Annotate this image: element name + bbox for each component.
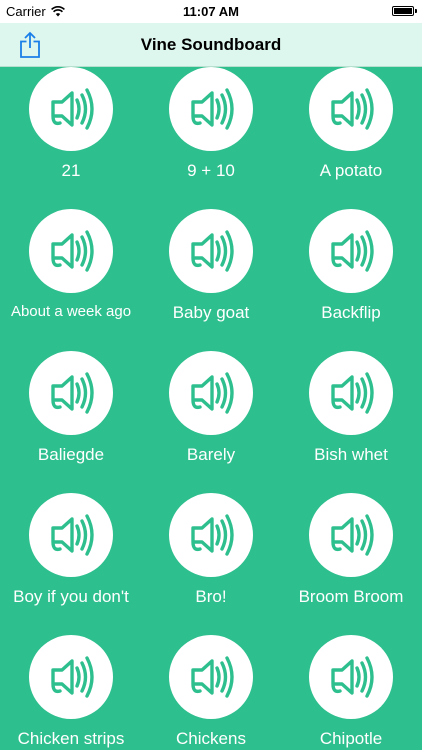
speaker-icon-circle [309, 351, 393, 435]
sound-button-broom-broom[interactable]: Broom Broom [281, 493, 421, 635]
sound-grid: 21 9 + 10 A potato About a week ago Baby… [0, 67, 422, 750]
speaker-icon-circle [169, 493, 253, 577]
sound-button-bish-whet[interactable]: Bish whet [281, 351, 421, 493]
sound-button-about-a-week-ago[interactable]: About a week ago [1, 209, 141, 351]
sound-button-chicken-strips[interactable]: Chicken strips [1, 635, 141, 750]
speaker-icon [331, 230, 374, 272]
sound-label: 21 [61, 161, 81, 180]
status-time: 11:07 AM [183, 4, 239, 19]
speaker-icon-circle [29, 209, 113, 293]
speaker-icon [51, 372, 94, 414]
sound-label: Barely [186, 445, 236, 464]
sound-label: A potato [319, 161, 383, 180]
speaker-icon-circle [29, 67, 113, 151]
sound-label: Bish whet [314, 445, 388, 464]
sound-button-backflip[interactable]: Backflip [281, 209, 421, 351]
sound-label: Backflip [321, 303, 381, 322]
sound-button-chickens[interactable]: Chickens [141, 635, 281, 750]
sound-button-baby-goat[interactable]: Baby goat [141, 209, 281, 351]
speaker-icon [51, 88, 94, 130]
speaker-icon-circle [169, 209, 253, 293]
speaker-icon [51, 514, 94, 556]
sound-button-21[interactable]: 21 [1, 67, 141, 209]
speaker-icon [331, 514, 374, 556]
speaker-icon-circle [29, 493, 113, 577]
sound-button-a-potato[interactable]: A potato [281, 67, 421, 209]
speaker-icon-circle [169, 351, 253, 435]
sound-label: 9 + 10 [187, 161, 235, 180]
sound-label: Chicken strips [17, 729, 125, 748]
speaker-icon [191, 88, 234, 130]
speaker-icon-circle [309, 493, 393, 577]
speaker-icon-circle [29, 351, 113, 435]
sound-label: Baby goat [172, 303, 250, 322]
speaker-icon-circle [29, 635, 113, 719]
speaker-icon [51, 230, 94, 272]
speaker-icon-circle [309, 209, 393, 293]
battery-icon [392, 6, 417, 16]
sound-label: Baliegde [37, 445, 105, 464]
speaker-icon [331, 88, 374, 130]
sound-label: Chipotle [319, 729, 383, 748]
status-bar: Carrier 11:07 AM [0, 0, 422, 23]
sound-label: Bro! [195, 587, 227, 606]
sound-button-barely[interactable]: Barely [141, 351, 281, 493]
speaker-icon [331, 372, 374, 414]
speaker-icon [191, 372, 234, 414]
speaker-icon [191, 230, 234, 272]
navigation-bar: Vine Soundboard [0, 23, 422, 67]
sound-label: Boy if you don't [13, 587, 129, 606]
sound-button-chipotle[interactable]: Chipotle [281, 635, 421, 750]
sound-label: Chickens [176, 729, 246, 748]
sound-button-baliegde[interactable]: Baliegde [1, 351, 141, 493]
page-title: Vine Soundboard [140, 35, 282, 54]
speaker-icon [331, 656, 374, 698]
sound-button-boy-if-you-dont[interactable]: Boy if you don't [1, 493, 141, 635]
speaker-icon [191, 514, 234, 556]
speaker-icon-circle [309, 635, 393, 719]
speaker-icon-circle [169, 635, 253, 719]
sound-label: Broom Broom [298, 587, 404, 606]
speaker-icon-circle [169, 67, 253, 151]
sound-button-9-plus-10[interactable]: 9 + 10 [141, 67, 281, 209]
speaker-icon [51, 656, 94, 698]
speaker-icon [191, 656, 234, 698]
speaker-icon-circle [309, 67, 393, 151]
sound-label: About a week ago [10, 303, 132, 320]
sound-button-bro[interactable]: Bro! [141, 493, 281, 635]
